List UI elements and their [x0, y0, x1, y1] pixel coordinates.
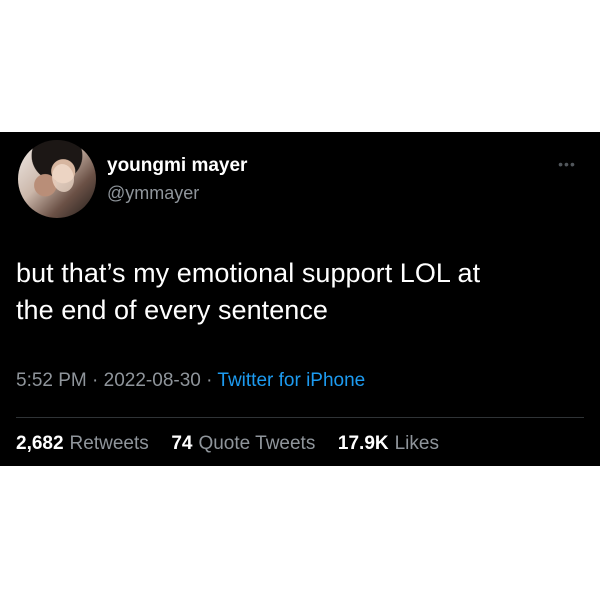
- tweet-text-line: but that’s my emotional support LOL at: [16, 258, 481, 288]
- profile-avatar[interactable]: [18, 140, 96, 218]
- retweets-stat[interactable]: 2,682 Retweets: [16, 433, 154, 454]
- tweet-source-link[interactable]: Twitter for iPhone: [217, 370, 365, 391]
- display-name[interactable]: youngmi mayer: [107, 155, 247, 177]
- quote-tweets-label: Quote Tweets: [198, 433, 316, 454]
- more-icon[interactable]: •••: [556, 157, 578, 171]
- tweet-text-line: the end of every sentence: [16, 295, 328, 325]
- user-handle[interactable]: @ymmayer: [107, 182, 199, 204]
- likes-label: Likes: [394, 433, 439, 454]
- retweets-count: 2,682: [16, 433, 64, 454]
- quote-tweets-stat[interactable]: 74 Quote Tweets: [171, 433, 320, 454]
- tweet-card: youngmi mayer @ymmayer ••• but that’s my…: [0, 132, 600, 466]
- meta-separator: ·: [206, 370, 213, 391]
- tweet-stats: 2,682 Retweets 74 Quote Tweets 17.9K Likes: [16, 433, 439, 455]
- tweet-text: but that’s my emotional support LOL at t…: [16, 255, 576, 329]
- tweet-time[interactable]: 5:52 PM: [16, 370, 87, 391]
- meta-separator: ·: [92, 370, 99, 391]
- likes-stat[interactable]: 17.9K Likes: [338, 433, 439, 454]
- tweet-date[interactable]: 2022-08-30: [104, 370, 201, 391]
- retweets-label: Retweets: [69, 433, 149, 454]
- quote-tweets-count: 74: [171, 433, 193, 454]
- likes-count: 17.9K: [337, 433, 389, 454]
- tweet-meta: 5:52 PM · 2022-08-30 · Twitter for iPhon…: [16, 370, 365, 392]
- divider: [16, 417, 584, 418]
